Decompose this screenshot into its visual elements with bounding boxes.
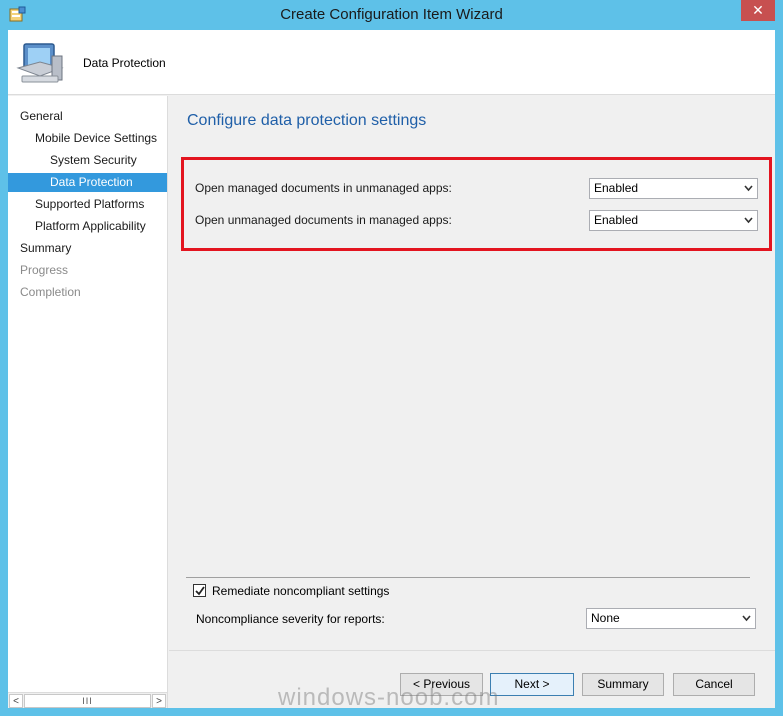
sidebar-horizontal-scrollbar[interactable]: < III > <box>8 692 167 708</box>
managed-in-unmanaged-select[interactable]: Enabled <box>589 178 758 199</box>
sidebar-item-data-protection[interactable]: Data Protection <box>8 173 167 192</box>
sidebar-item-general[interactable]: General <box>8 107 167 126</box>
computer-icon <box>16 43 64 83</box>
sidebar-item-platform-applicability[interactable]: Platform Applicability <box>8 217 167 236</box>
select-value: None <box>591 611 620 625</box>
select-value: Enabled <box>594 213 639 227</box>
highlight-box <box>181 157 772 251</box>
wizard-header: Data Protection <box>8 30 775 95</box>
scroll-left-button[interactable]: < <box>9 694 23 708</box>
close-button[interactable]: ✕ <box>741 0 775 21</box>
remediate-checkbox[interactable] <box>193 584 206 597</box>
sidebar-item-summary[interactable]: Summary <box>8 239 167 258</box>
sidebar-item-system-security[interactable]: System Security <box>8 151 167 170</box>
setting-label-unmanaged-in-managed: Open unmanaged documents in managed apps… <box>195 213 452 227</box>
wizard-sidebar: General Mobile Device Settings System Se… <box>8 96 168 708</box>
section-heading: Configure data protection settings <box>187 112 427 129</box>
select-value: Enabled <box>594 181 639 195</box>
title-bar[interactable]: Create Configuration Item Wizard ✕ <box>0 0 783 30</box>
summary-button[interactable]: Summary <box>582 673 664 696</box>
severity-select[interactable]: None <box>586 608 756 629</box>
remediate-label[interactable]: Remediate noncompliant settings <box>212 584 389 598</box>
next-button[interactable]: Next > <box>490 673 574 696</box>
scroll-thumb[interactable]: III <box>24 694 151 708</box>
sidebar-item-progress: Progress <box>20 263 69 277</box>
scroll-right-button[interactable]: > <box>152 694 166 708</box>
sidebar-item-completion: Completion <box>20 285 81 299</box>
chevron-down-icon <box>744 185 753 192</box>
watermark: windows-noob.com <box>278 684 500 711</box>
severity-label: Noncompliance severity for reports: <box>196 612 385 626</box>
sidebar-item-mobile-device-settings[interactable]: Mobile Device Settings <box>8 129 167 148</box>
close-icon: ✕ <box>752 2 764 18</box>
chevron-down-icon <box>744 217 753 224</box>
chevron-down-icon <box>742 615 751 622</box>
sidebar-item-supported-platforms[interactable]: Supported Platforms <box>8 195 167 214</box>
options-separator <box>186 577 750 578</box>
setting-label-managed-in-unmanaged: Open managed documents in unmanaged apps… <box>195 181 452 195</box>
cancel-button[interactable]: Cancel <box>673 673 755 696</box>
page-title: Data Protection <box>83 56 166 70</box>
unmanaged-in-managed-select[interactable]: Enabled <box>589 210 758 231</box>
window-title: Create Configuration Item Wizard <box>280 6 503 23</box>
footer-separator <box>169 650 775 651</box>
checkmark-icon <box>195 586 205 596</box>
wizard-window: Data Protection General Mobile Device Se… <box>8 30 775 708</box>
